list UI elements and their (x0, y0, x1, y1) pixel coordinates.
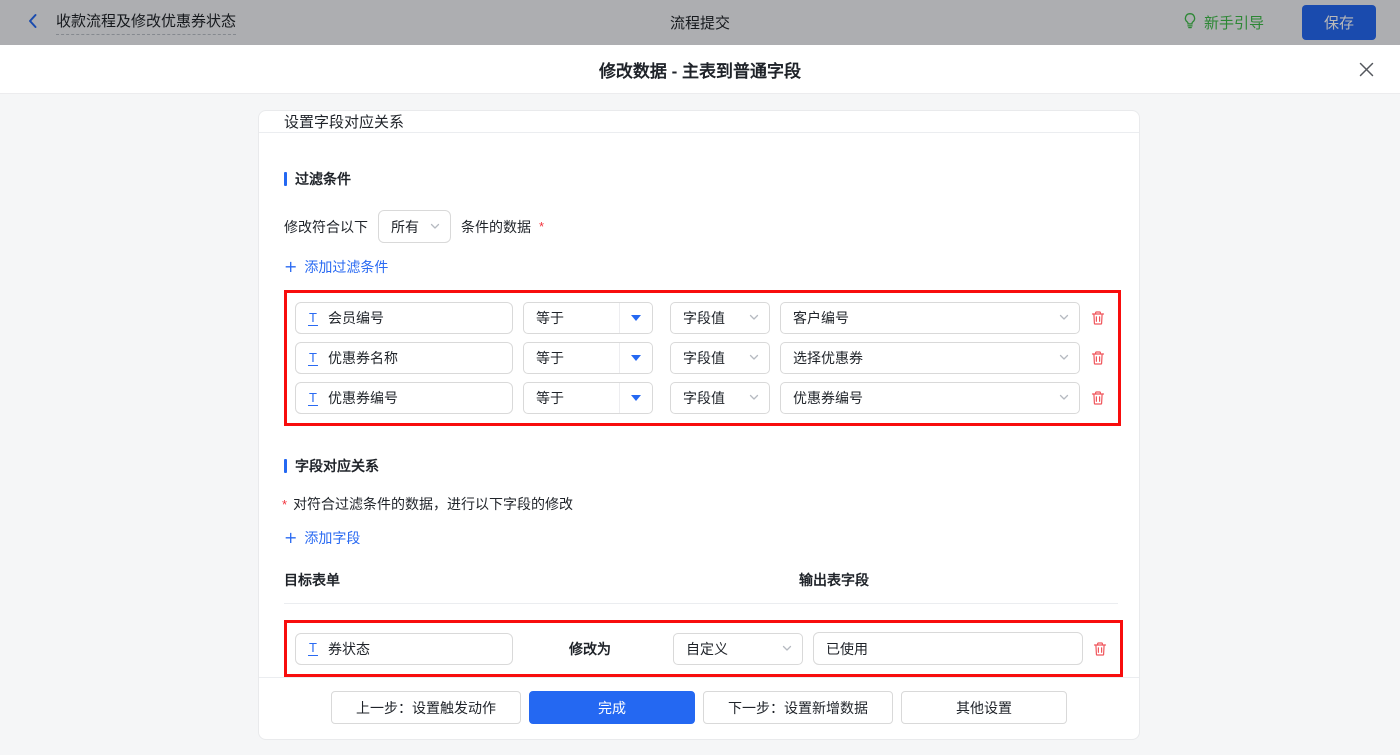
condition-field-value: 优惠券名称 (328, 348, 398, 368)
topbar: 收款流程及修改优惠券状态 流程提交 新手引导 保存 (0, 0, 1400, 45)
sentence-prefix: 修改符合以下 (284, 217, 368, 237)
panel-footer: 上一步：设置触发动作 完成 下一步：设置新增数据 其他设置 (259, 677, 1139, 739)
next-step-button[interactable]: 下一步：设置新增数据 (703, 691, 893, 724)
delete-condition-icon[interactable] (1090, 390, 1106, 406)
value-value: 优惠券编号 (793, 388, 863, 408)
lightbulb-icon (1182, 12, 1198, 33)
other-settings-button[interactable]: 其他设置 (901, 691, 1067, 724)
modify-value-input[interactable]: 已使用 (813, 632, 1083, 665)
text-field-icon: T (308, 391, 318, 406)
caret-down-icon (619, 343, 652, 373)
filter-condition-row: T 优惠券编号 等于 字段值 优惠券编号 (295, 382, 1110, 414)
filter-section-title: 过滤条件 (284, 169, 1118, 189)
value-type-value: 字段值 (683, 348, 725, 368)
column-header-target-form: 目标表单 (284, 570, 340, 590)
add-filter-condition-link[interactable]: + 添加过滤条件 (284, 257, 388, 277)
modify-value-text: 已使用 (826, 639, 868, 659)
condition-field-input[interactable]: T 会员编号 (295, 302, 513, 334)
flow-title[interactable]: 收款流程及修改优惠券状态 (56, 10, 236, 35)
add-field-link[interactable]: + 添加字段 (284, 528, 360, 548)
filter-condition-row: T 优惠券名称 等于 字段值 选择优惠券 (295, 342, 1110, 374)
filter-match-sentence: 修改符合以下 所有 条件的数据 * (284, 210, 1118, 243)
value-type-select[interactable]: 字段值 (670, 302, 770, 334)
prev-step-button[interactable]: 上一步：设置触发动作 (331, 691, 521, 724)
beginner-guide-link[interactable]: 新手引导 (1182, 12, 1264, 33)
field-mapping-panel: 设置字段对应关系 过滤条件 修改符合以下 所有 条件的数据 * (258, 110, 1140, 740)
filter-condition-row: T 会员编号 等于 字段值 客户编号 (295, 302, 1110, 334)
modify-to-label: 修改为 (569, 639, 611, 659)
modal-title: 修改数据 - 主表到普通字段 (599, 57, 801, 82)
highlight-box-field-mapping: T 券状态 修改为 自定义 已使用 (284, 620, 1123, 677)
operator-value: 等于 (524, 348, 619, 368)
done-button[interactable]: 完成 (529, 691, 695, 724)
page-title: 流程提交 (0, 12, 1400, 33)
operator-value: 等于 (524, 308, 619, 328)
chevron-down-icon (429, 219, 441, 235)
mapping-description: * 对符合过滤条件的数据，进行以下字段的修改 (284, 494, 1118, 514)
chevron-down-icon (781, 641, 793, 657)
value-select[interactable]: 选择优惠券 (780, 342, 1080, 374)
text-field-icon: T (308, 311, 318, 326)
value-value: 选择优惠券 (793, 348, 863, 368)
mapping-table-header: 目标表单 输出表字段 (284, 570, 1118, 604)
text-field-icon: T (308, 351, 318, 366)
required-mark: * (539, 219, 544, 234)
sentence-suffix: 条件的数据 (461, 217, 531, 237)
chevron-down-icon (748, 390, 760, 406)
required-mark: * (282, 497, 287, 512)
operator-select[interactable]: 等于 (523, 382, 653, 414)
plus-icon: + (284, 530, 297, 546)
condition-field-value: 优惠券编号 (328, 388, 398, 408)
modify-mode-value: 自定义 (686, 639, 728, 659)
highlight-box-filter-conditions: T 会员编号 等于 字段值 客户编号 (284, 290, 1121, 426)
column-header-output-field: 输出表字段 (799, 570, 869, 590)
beginner-guide-label: 新手引导 (1204, 12, 1264, 33)
caret-down-icon (619, 303, 652, 333)
modal-header: 修改数据 - 主表到普通字段 (0, 45, 1400, 94)
save-button[interactable]: 保存 (1302, 5, 1376, 40)
delete-condition-icon[interactable] (1090, 350, 1106, 366)
value-type-select[interactable]: 字段值 (670, 342, 770, 374)
value-type-value: 字段值 (683, 308, 725, 328)
section-bar (284, 459, 287, 473)
chevron-down-icon (1058, 310, 1070, 326)
delete-condition-icon[interactable] (1090, 310, 1106, 326)
operator-value: 等于 (524, 388, 619, 408)
condition-field-input[interactable]: T 优惠券编号 (295, 382, 513, 414)
text-field-icon: T (308, 641, 318, 656)
modify-mode-select[interactable]: 自定义 (673, 633, 803, 665)
value-value: 客户编号 (793, 308, 849, 328)
chevron-down-icon (1058, 390, 1070, 406)
operator-select[interactable]: 等于 (523, 302, 653, 334)
mapping-section-title: 字段对应关系 (284, 456, 1118, 476)
modal-body: 设置字段对应关系 过滤条件 修改符合以下 所有 条件的数据 * (0, 94, 1400, 755)
panel-header: 设置字段对应关系 (259, 111, 1139, 133)
plus-icon: + (284, 259, 297, 275)
field-mapping-row: T 券状态 修改为 自定义 已使用 (295, 632, 1112, 665)
close-icon[interactable] (1355, 58, 1377, 80)
value-type-select[interactable]: 字段值 (670, 382, 770, 414)
chevron-down-icon (748, 350, 760, 366)
delete-mapping-icon[interactable] (1092, 641, 1108, 657)
chevron-down-icon (1058, 350, 1070, 366)
mapping-field-input[interactable]: T 券状态 (295, 633, 513, 665)
chevron-left-icon (24, 12, 42, 33)
chevron-down-icon (748, 310, 760, 326)
caret-down-icon (619, 383, 652, 413)
condition-field-value: 会员编号 (328, 308, 384, 328)
operator-select[interactable]: 等于 (523, 342, 653, 374)
value-type-value: 字段值 (683, 388, 725, 408)
match-mode-value: 所有 (391, 217, 419, 237)
mapping-field-value: 券状态 (328, 639, 370, 659)
section-bar (284, 172, 287, 186)
value-select[interactable]: 优惠券编号 (780, 382, 1080, 414)
match-mode-select[interactable]: 所有 (378, 210, 451, 243)
back-button[interactable] (24, 12, 42, 33)
condition-field-input[interactable]: T 优惠券名称 (295, 342, 513, 374)
value-select[interactable]: 客户编号 (780, 302, 1080, 334)
